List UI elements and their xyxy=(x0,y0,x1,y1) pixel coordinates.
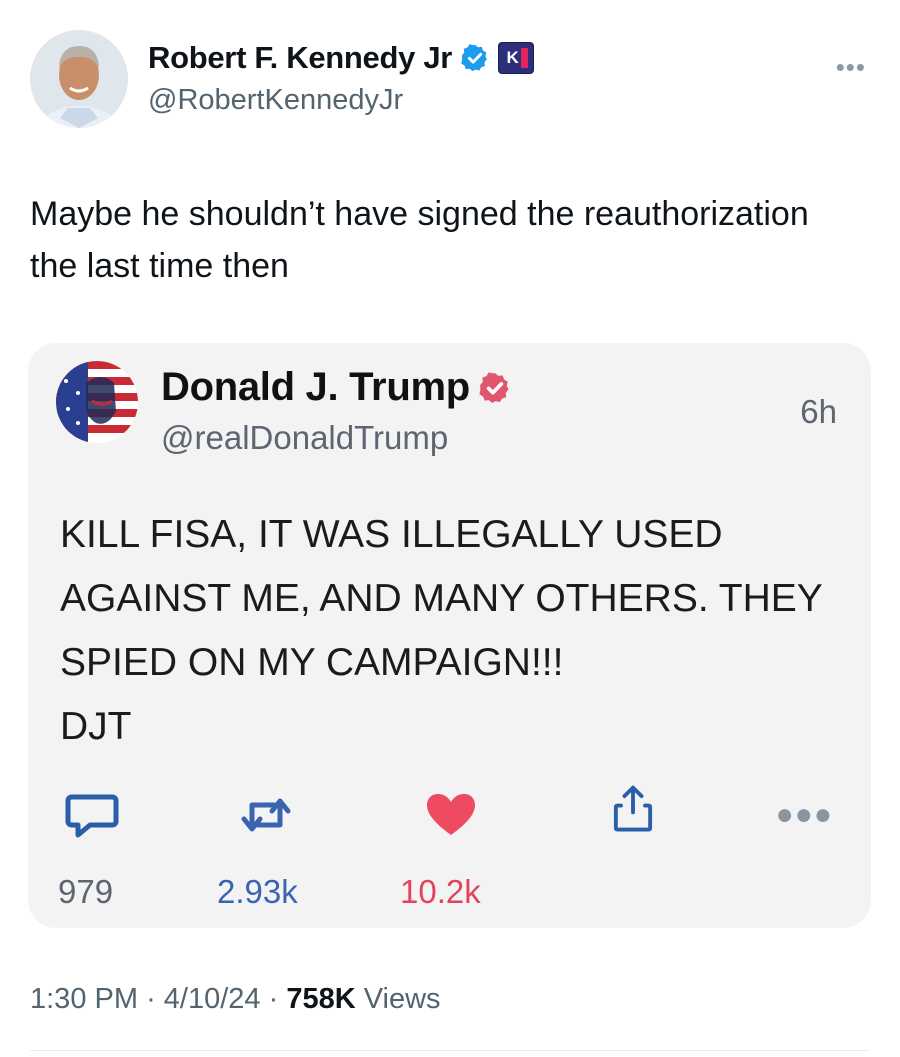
quoted-author-avatar[interactable] xyxy=(56,361,138,443)
views-count: 758K xyxy=(286,983,356,1015)
repost-count: 2.93k xyxy=(217,873,298,910)
heart-icon[interactable] xyxy=(423,791,479,839)
author-avatar[interactable] xyxy=(30,30,128,128)
post-meta: 1:30 PM · 4/10/24 · 758K Views xyxy=(30,983,441,1016)
post-date[interactable]: 4/10/24 xyxy=(164,983,261,1015)
quoted-post-card[interactable]: Donald J. Trump @realDonaldTrump 6h KILL… xyxy=(28,343,871,928)
quoted-name-row: Donald J. Trump xyxy=(161,365,512,410)
author-name-row: Robert F. Kennedy Jr K xyxy=(148,40,535,76)
author-avatar-image xyxy=(30,30,128,128)
quoted-author-handle[interactable]: @realDonaldTrump xyxy=(161,419,448,457)
quoted-more-horizontal-icon[interactable]: ●●● xyxy=(776,798,833,832)
reply-count: 979 xyxy=(58,873,114,910)
reply-bubble-icon[interactable] xyxy=(64,791,120,839)
views-label: Views xyxy=(363,983,441,1015)
meta-separator: · xyxy=(268,983,287,1015)
author-name[interactable]: Robert F. Kennedy Jr xyxy=(148,40,452,76)
like-count: 10.2k xyxy=(400,873,481,910)
affiliation-badge[interactable]: K xyxy=(498,42,535,74)
quoted-timestamp: 6h xyxy=(800,393,837,430)
meta-separator: · xyxy=(146,983,164,1015)
share-icon[interactable] xyxy=(605,785,661,833)
verified-badge-icon[interactable] xyxy=(460,43,490,73)
divider xyxy=(30,1050,870,1051)
affiliation-badge-mark xyxy=(520,48,528,68)
more-horizontal-icon[interactable]: ••• xyxy=(836,52,866,83)
repost-icon[interactable] xyxy=(238,791,294,839)
post-time[interactable]: 1:30 PM xyxy=(30,983,138,1015)
tweet-text: Maybe he shouldn’t have signed the reaut… xyxy=(30,195,809,285)
author-handle[interactable]: @RobertKennedyJr xyxy=(148,84,403,117)
affiliation-badge-letter: K xyxy=(506,48,519,67)
quoted-post-text: KILL FISA, IT WAS ILLEGALLY USED AGAINST… xyxy=(60,513,823,748)
quoted-verified-badge-icon[interactable] xyxy=(478,371,512,405)
quoted-author-name[interactable]: Donald J. Trump xyxy=(161,365,470,410)
quoted-avatar-image xyxy=(56,361,138,443)
